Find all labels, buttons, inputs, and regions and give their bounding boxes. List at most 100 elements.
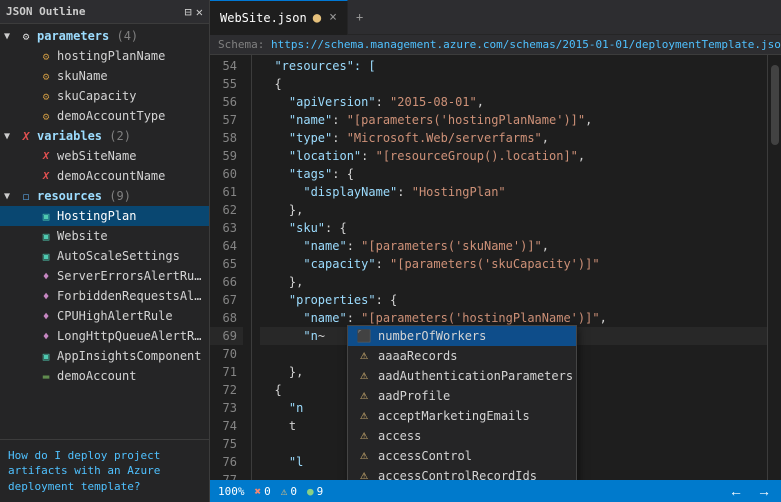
ln-63: 63 xyxy=(210,219,243,237)
tab-close-button[interactable]: × xyxy=(329,10,337,25)
ac-item-aadProfile[interactable]: ⚠ aadProfile xyxy=(348,386,576,406)
warnings-indicator: ⚠ 0 xyxy=(281,485,297,498)
tree-node-hostingPlanName[interactable]: ⚙ hostingPlanName xyxy=(0,46,209,66)
ln-73: 73 xyxy=(210,399,243,417)
info-count: 9 xyxy=(317,485,324,498)
tree-node-demoAccountName[interactable]: X demoAccountName xyxy=(0,166,209,186)
status-right: ← → xyxy=(727,483,773,499)
tree-node-Website[interactable]: ▣ Website xyxy=(0,226,209,246)
line-numbers: 54 55 56 57 58 59 60 61 62 63 64 65 66 6… xyxy=(210,55,252,480)
ac-item-aadAuthenticationParameters[interactable]: ⚠ aadAuthenticationParameters xyxy=(348,366,576,386)
ln-58: 58 xyxy=(210,129,243,147)
tree-node-variables[interactable]: ▼ X variables (2) xyxy=(0,126,209,146)
code-line-61: "displayName": "HostingPlan" xyxy=(260,183,767,201)
outline-header: JSON Outline ⊟ ✕ xyxy=(0,0,209,24)
tab-website-json[interactable]: WebSite.json ● × xyxy=(210,0,348,35)
code-line-55: { xyxy=(260,75,767,93)
gear-icon-1: ⚙ xyxy=(38,48,54,64)
scrollbar-thumb[interactable] xyxy=(771,65,779,145)
parameters-label: parameters xyxy=(37,29,109,43)
schema-url: https://schema.management.azure.com/sche… xyxy=(271,38,781,51)
error-icon: ✖ xyxy=(255,485,262,498)
ac-label-5: acceptMarketingEmails xyxy=(378,407,530,425)
ac-label-1: numberOfWorkers xyxy=(378,327,486,345)
tree-node-ServerErrorsAlertRule[interactable]: ♦ ServerErrorsAlertRule xyxy=(0,266,209,286)
autoscale-icon: ▣ xyxy=(38,248,54,264)
parameters-count: (4) xyxy=(109,29,138,43)
ln-67: 67 xyxy=(210,291,243,309)
code-editor[interactable]: "resources": [ { "apiVersion": "2015-08-… xyxy=(252,55,767,480)
warning-count: 0 xyxy=(290,485,297,498)
forbidden-icon: ♦ xyxy=(38,288,54,304)
ln-60: 60 xyxy=(210,165,243,183)
tree-node-demoAccountType[interactable]: ⚙ demoAccountType xyxy=(0,106,209,126)
tree-node-skuCapacity[interactable]: ⚙ skuCapacity xyxy=(0,86,209,106)
ln-62: 62 xyxy=(210,201,243,219)
demoAccount-label: demoAccount xyxy=(57,369,136,383)
ac-item-aaaaRecords[interactable]: ⚠ aaaaRecords xyxy=(348,346,576,366)
add-tab-button[interactable]: + xyxy=(348,0,371,35)
HostingPlan-label: HostingPlan xyxy=(57,209,136,223)
right-scrollbar[interactable] xyxy=(767,55,781,480)
ln-59: 59 xyxy=(210,147,243,165)
Website-label: Website xyxy=(57,229,108,243)
CPUHighAlertRule-label: CPUHighAlertRule xyxy=(57,309,173,323)
code-line-59: "location": "[resourceGroup().location]"… xyxy=(260,147,767,165)
resources-count: (9) xyxy=(102,189,131,203)
zoom-level[interactable]: 100% xyxy=(218,485,245,498)
resources-icon: ◻ xyxy=(18,188,34,204)
demoAccountType-label: demoAccountType xyxy=(57,109,165,123)
pin-icon[interactable]: ⊟ xyxy=(185,5,192,19)
schema-label: Schema: xyxy=(218,38,271,51)
resources-label: resources xyxy=(37,189,102,203)
ac-item-accessControlRecordIds[interactable]: ⚠ accessControlRecordIds xyxy=(348,466,576,480)
tree-node-webSiteName[interactable]: X webSiteName xyxy=(0,146,209,166)
skuCapacity-label: skuCapacity xyxy=(57,89,136,103)
ac-label-2: aaaaRecords xyxy=(378,347,457,365)
ac-item-numberOfWorkers[interactable]: ⬛ numberOfWorkers xyxy=(348,326,576,346)
ac-item-accessControl[interactable]: ⚠ accessControl xyxy=(348,446,576,466)
ln-75: 75 xyxy=(210,435,243,453)
tree-node-HostingPlan[interactable]: ▣ HostingPlan xyxy=(0,206,209,226)
ac-item-acceptMarketingEmails[interactable]: ⚠ acceptMarketingEmails xyxy=(348,406,576,426)
tree-node-parameters[interactable]: ▼ ⚙ parameters (4) xyxy=(0,26,209,46)
ServerErrorsAlertRule-label: ServerErrorsAlertRule xyxy=(57,269,205,283)
tree-node-AutoScaleSettings[interactable]: ▣ AutoScaleSettings xyxy=(0,246,209,266)
bottom-help-link-container: How do I deploy project artifacts with a… xyxy=(0,439,209,502)
ln-72: 72 xyxy=(210,381,243,399)
code-line-64: "name": "[parameters('skuName')]", xyxy=(260,237,767,255)
ln-66: 66 xyxy=(210,273,243,291)
tree-node-resources[interactable]: ▼ ◻ resources (9) xyxy=(0,186,209,206)
right-panel: WebSite.json ● × + Schema: https://schem… xyxy=(210,0,781,502)
nav-back-button[interactable]: ← xyxy=(727,483,745,499)
warning-icon-7: ⚠ xyxy=(356,468,372,480)
warning-icon-6: ⚠ xyxy=(356,448,372,464)
nav-forward-button[interactable]: → xyxy=(755,483,773,499)
demoAccountName-label: demoAccountName xyxy=(57,169,165,183)
code-line-65: "capacity": "[parameters('skuCapacity')]… xyxy=(260,255,767,273)
ln-76: 76 xyxy=(210,453,243,471)
ln-55: 55 xyxy=(210,75,243,93)
tree-node-demoAccount[interactable]: ▬ demoAccount xyxy=(0,366,209,386)
expand-resources-icon: ▼ xyxy=(4,191,18,202)
tree-node-LongHttpQueueAlertRule[interactable]: ♦ LongHttpQueueAlertRule xyxy=(0,326,209,346)
tree-node-ForbiddenRequestsAlertRule[interactable]: ♦ ForbiddenRequestsAlertRule xyxy=(0,286,209,306)
tree-node-skuName[interactable]: ⚙ skuName xyxy=(0,66,209,86)
tree-node-AppInsightsComponent[interactable]: ▣ AppInsightsComponent xyxy=(0,346,209,366)
left-panel: JSON Outline ⊟ ✕ ▼ ⚙ parameters (4) ⚙ ho… xyxy=(0,0,210,502)
tree-node-CPUHighAlertRule[interactable]: ♦ CPUHighAlertRule xyxy=(0,306,209,326)
deploy-help-link[interactable]: How do I deploy project artifacts with a… xyxy=(8,449,160,493)
autocomplete-dropdown[interactable]: ⬛ numberOfWorkers ⚠ aaaaRecords ⚠ aadAut… xyxy=(347,325,577,480)
schema-bar: Schema: https://schema.management.azure.… xyxy=(210,35,781,55)
code-line-67: "properties": { xyxy=(260,291,767,309)
status-left: 100% ✖ 0 ⚠ 0 ● 9 xyxy=(218,485,323,498)
gear-icon-2: ⚙ xyxy=(38,68,54,84)
warning-icon-2: ⚠ xyxy=(356,368,372,384)
ln-74: 74 xyxy=(210,417,243,435)
ln-65: 65 xyxy=(210,255,243,273)
ac-item-access[interactable]: ⚠ access xyxy=(348,426,576,446)
expand-icon[interactable]: ✕ xyxy=(196,5,203,19)
cube-icon-ac: ⬛ xyxy=(356,328,372,344)
LongHttpQueueAlertRule-label: LongHttpQueueAlertRule xyxy=(57,329,205,343)
warning-icon-4: ⚠ xyxy=(356,408,372,424)
